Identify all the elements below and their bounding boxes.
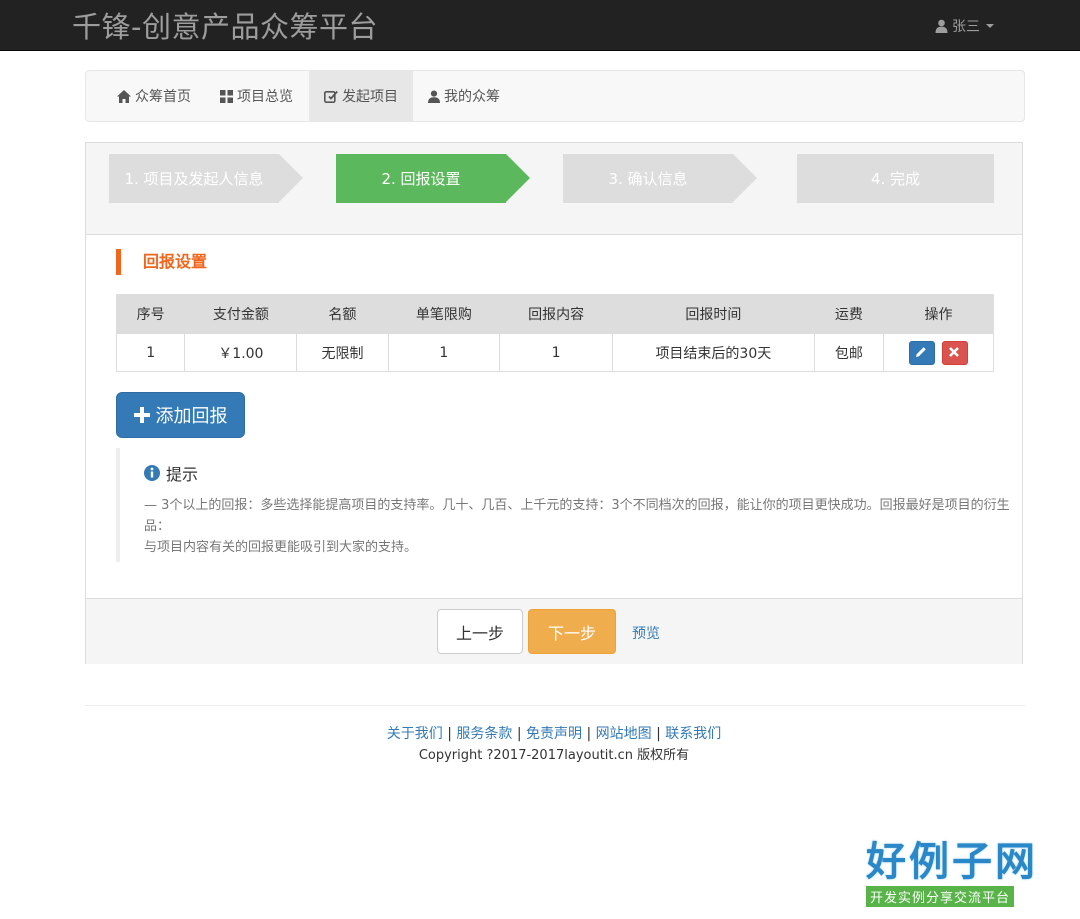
pencil-icon [916,346,927,357]
tip-body: — 3个以上的回报：多些选择能提高项目的支持率。几十、几百、上千元的支持：3个不… [144,495,1034,558]
nav-item-launch[interactable]: 发起项目 [309,71,413,121]
step-2-label: 2. 回报设置 [381,170,461,188]
table-header-row: 序号 支付金额 名额 单笔限购 回报内容 回报时间 运费 操作 [115,294,995,334]
nav-label-home: 众筹首页 [135,89,191,105]
edit-icon [324,90,338,103]
user-name: 张三 [952,19,980,35]
nav-item-my-crowdfunding[interactable]: 我的众筹 [413,71,515,121]
col-header: 操作 [882,294,995,334]
col-header: 名额 [296,294,389,334]
tip-box: 提示 — 3个以上的回报：多些选择能提高项目的支持率。几十、几百、上千元的支持：… [116,448,1022,562]
footer-divider [85,705,1025,706]
user-icon [428,90,440,103]
nav-label-my-crowdfunding: 我的众筹 [444,89,500,105]
footer-link-terms[interactable]: 服务条款 [456,726,512,742]
step-3-label: 3. 确认信息 [608,170,688,188]
table-row: 1 ￥1.00 无限制 1 1 项目结束后的30天 包邮 [115,333,995,372]
user-icon [935,19,948,33]
prev-step-button[interactable]: 上一步 [437,609,523,654]
col-header: 支付金额 [184,294,298,334]
cell-amount: ￥1.00 [184,333,298,372]
plus-icon [133,407,150,423]
footer-link-sitemap[interactable]: 网站地图 [596,726,652,742]
col-header: 运费 [813,294,884,334]
footer-separator: | [512,726,526,742]
next-step-button[interactable]: 下一步 [528,609,616,654]
col-header: 回报内容 [499,294,614,334]
step-1-label: 1. 项目及发起人信息 [124,170,264,188]
nav-label-projects: 项目总览 [237,89,293,105]
watermark-logo-subtitle: 开发实例分享交流平台 [866,886,1015,907]
col-header: 回报时间 [612,294,815,334]
rewards-table: 序号 支付金额 名额 单笔限购 回报内容 回报时间 运费 操作 1 ￥1.00 … [115,294,995,372]
cell-content: 1 [499,333,614,372]
cell-index: 1 [115,333,186,372]
tip-line-1: — 3个以上的回报：多些选择能提高项目的支持率。几十、几百、上千元的支持：3个不… [144,498,1010,534]
step-3: 3. 确认信息 [563,154,757,203]
footer-link-disclaimer[interactable]: 免责声明 [526,726,582,742]
cell-limit: 1 [387,333,501,372]
step-arrow [506,154,530,202]
reward-settings-panel: 1. 项目及发起人信息 2. 回报设置 3. 确认信息 4. 完成 回报设置 序… [85,142,1023,664]
add-reward-button[interactable]: 添加回报 [116,392,245,438]
add-reward-label: 添加回报 [155,406,228,427]
preview-link[interactable]: 预览 [632,623,660,643]
nav-label-launch: 发起项目 [342,89,398,105]
nav-item-home[interactable]: 众筹首页 [102,71,206,121]
footer-separator: | [442,726,457,742]
panel-footer: 上一步 下一步 预览 [86,598,1022,664]
top-navbar: 千锋-创意产品众筹平台 张三 [0,0,1080,51]
footer-link-about[interactable]: 关于我们 [387,726,443,742]
col-header: 序号 [115,294,186,334]
footer-links: 关于我们 | 服务条款 | 免责声明 | 网站地图 | 联系我们 [0,723,1080,743]
main-nav: 众筹首页 项目总览 发起项目 我的众筹 [85,70,1025,122]
col-header: 单笔限购 [387,294,501,334]
tip-title: 提示 [166,465,199,484]
nav-item-projects[interactable]: 项目总览 [205,71,308,121]
grid-icon [220,89,233,103]
footer-link-contact[interactable]: 联系我们 [665,726,721,742]
caret-down-icon [986,24,994,28]
copyright: Copyright ?2017-2017layoutit.cn 版权所有 [418,748,690,763]
cell-time: 项目结束后的30天 [612,333,815,372]
user-menu[interactable]: 张三 [935,16,994,36]
watermark-logo: 好例子网 开发实例分享交流平台 [866,840,1040,910]
footer-separator: | [651,726,666,742]
section-title: 回报设置 [116,249,207,275]
step-arrow [279,154,303,202]
info-icon [144,465,160,481]
step-2: 2. 回报设置 [336,154,530,203]
home-icon [117,89,131,103]
tip-title-row: 提示 [144,461,198,485]
watermark-logo-title: 好例子网 [866,839,1038,885]
close-icon [948,346,959,357]
edit-button[interactable] [909,340,936,365]
step-indicator: 1. 项目及发起人信息 2. 回报设置 3. 确认信息 4. 完成 [86,143,1022,235]
cell-actions [882,333,995,372]
step-4: 4. 完成 [797,154,994,203]
step-4-label: 4. 完成 [870,170,921,188]
cell-quota: 无限制 [296,333,389,372]
tip-line-2: 与项目内容有关的回报更能吸引到大家的支持。 [144,540,418,555]
footer-separator: | [582,726,596,742]
cell-shipping: 包邮 [813,333,884,372]
step-arrow [733,154,757,202]
delete-button[interactable] [941,340,968,365]
brand-title[interactable]: 千锋-创意产品众筹平台 [72,4,378,46]
step-1: 1. 项目及发起人信息 [109,154,303,203]
